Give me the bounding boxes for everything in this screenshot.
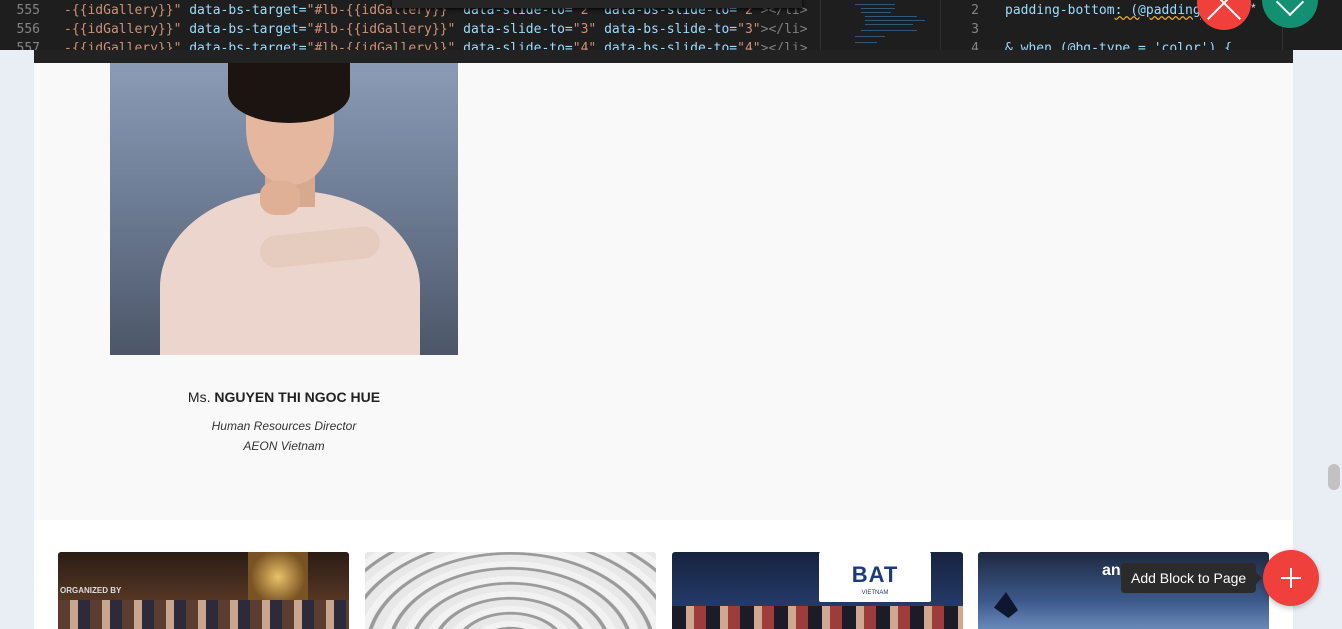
- page-scrollbar[interactable]: [1322, 50, 1342, 629]
- add-block-button[interactable]: [1263, 550, 1319, 606]
- line-number: 2: [971, 3, 979, 18]
- name-text: NGUYEN THI NGOC HUE: [214, 389, 381, 405]
- gallery-card[interactable]: BAT VIETNAM: [672, 552, 963, 629]
- profile-company: AEON Vietnam: [243, 439, 325, 453]
- code-line: 557 -{{idGallery}}" data-bs-target="#lb-…: [0, 39, 820, 50]
- name-prefix: Ms.: [187, 389, 211, 405]
- profile-role: Human Resources Director: [211, 419, 357, 433]
- code-text: & when (@bg-type = 'color') {: [1005, 41, 1232, 50]
- code-text: -{{idGallery}}" data-bs-target="#lb-{{id…: [64, 22, 808, 37]
- code-editor-panel[interactable]: 555 -{{idGallery}}" data-bs-target="#lb-…: [0, 0, 1342, 50]
- line-number: 557: [16, 41, 40, 50]
- find-widget[interactable]: [392, 0, 802, 8]
- profile-section[interactable]: Ms. NGUYEN THI NGOC HUE Human Resources …: [34, 63, 1293, 520]
- code-minimap[interactable]: [820, 0, 938, 50]
- page-header-strip: [34, 50, 1293, 63]
- bat-logo-sub: VIETNAM: [861, 590, 889, 596]
- modified-star-icon: *: [1251, 1, 1256, 15]
- gallery-card-text: an: [1102, 562, 1121, 579]
- line-number: 556: [16, 22, 40, 37]
- check-icon: [1275, 0, 1305, 17]
- line-number: 4: [971, 41, 979, 50]
- profile-name: Ms. NGUYEN THI NGOC HUE: [110, 389, 458, 405]
- code-editor-left[interactable]: 555 -{{idGallery}}" data-bs-target="#lb-…: [0, 0, 820, 50]
- profile-photo: [110, 63, 458, 355]
- scrollbar-thumb[interactable]: [1328, 464, 1340, 490]
- add-block-tooltip: Add Block to Page: [1121, 563, 1263, 593]
- gallery-card[interactable]: ORGANIZED BY: [58, 552, 349, 629]
- bat-logo: BAT VIETNAM: [819, 552, 931, 602]
- gallery-card-text: ORGANIZED BY: [60, 586, 122, 595]
- code-text: padding-bottom: (@padding: [1005, 3, 1201, 18]
- gallery-section[interactable]: ORGANIZED BY BAT VIETNAM an: [34, 520, 1293, 629]
- code-line: 4 & when (@bg-type = 'color') {: [941, 39, 1282, 50]
- code-line: 556 -{{idGallery}}" data-bs-target="#lb-…: [0, 20, 820, 39]
- code-text: -{{idGallery}}" data-bs-target="#lb-{{id…: [64, 41, 808, 50]
- line-number: 3: [971, 22, 979, 37]
- line-number: 555: [16, 3, 40, 18]
- gallery-card[interactable]: [365, 552, 656, 629]
- bat-logo-text: BAT: [851, 562, 899, 587]
